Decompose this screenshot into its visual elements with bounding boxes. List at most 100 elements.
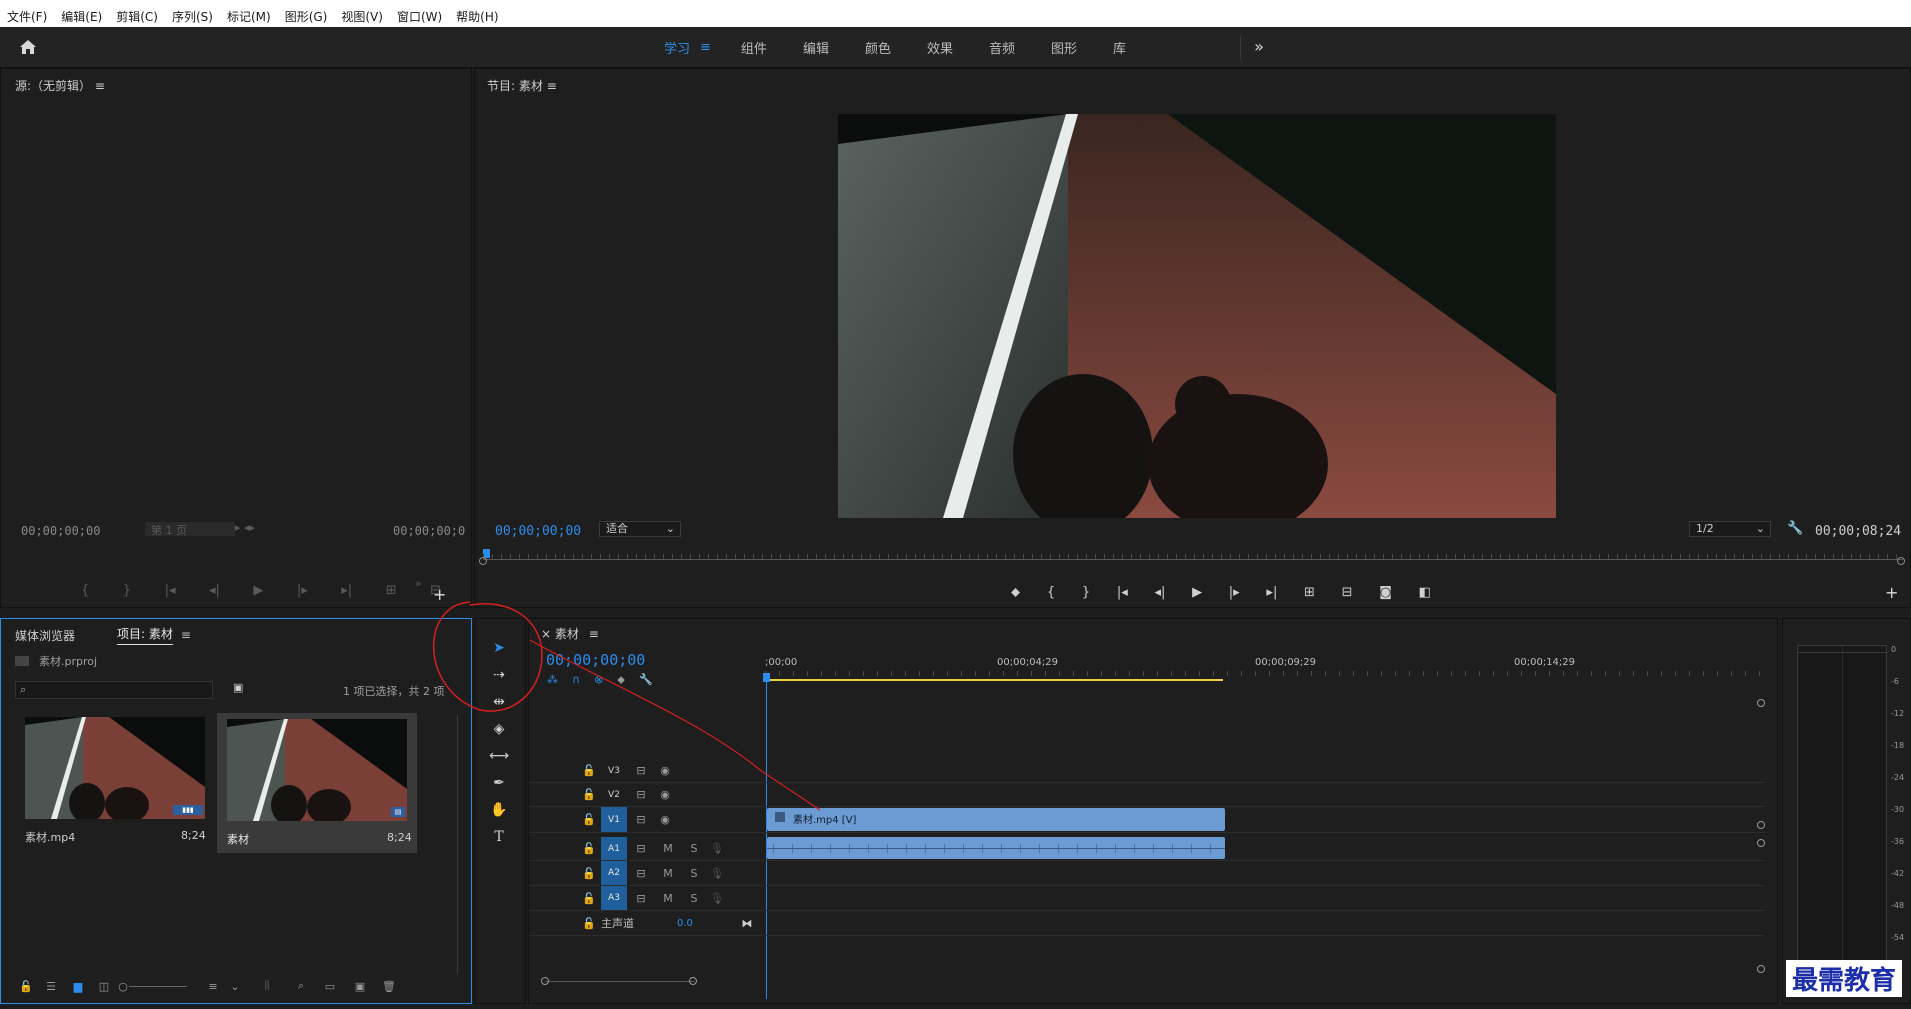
zoom-handle-right[interactable] [1897, 557, 1905, 565]
menu-item[interactable]: 标记(M) [220, 8, 278, 25]
mark-out-icon[interactable]: } [123, 583, 131, 598]
resolution-dropdown[interactable]: 1/2 ⌄ [1689, 521, 1771, 537]
ripple-edit-tool-icon[interactable]: ⇹ [487, 691, 511, 713]
workspace-tab[interactable]: 库 [1113, 38, 1126, 57]
menu-item[interactable]: 文件(F) [0, 8, 54, 25]
source-panel-title[interactable]: 源:（无剪辑） ≡ [15, 77, 105, 94]
go-to-in-icon[interactable]: |◂ [165, 583, 176, 598]
icon-view-icon[interactable]: ▆ [65, 980, 91, 993]
sync-lock-icon[interactable]: ⊟ [627, 813, 655, 826]
source-timecode-out[interactable]: 00;00;00;0 [393, 524, 465, 538]
linked-selection-icon[interactable]: ⊗ [594, 673, 603, 687]
menu-item[interactable]: 剪辑(C) [109, 8, 165, 25]
extract-icon[interactable]: ⊟ [1342, 585, 1353, 600]
workspace-tab[interactable]: 组件 [741, 38, 767, 57]
video-clip[interactable]: 素材.mp4 [V] [767, 808, 1225, 831]
source-more-icon[interactable]: » [415, 577, 422, 590]
find-icon[interactable]: ⌕ [287, 979, 315, 993]
work-area-bar[interactable] [765, 679, 1223, 681]
workspace-tab[interactable]: 效果 [927, 38, 953, 57]
panel-menu-icon[interactable]: ≡ [181, 628, 191, 642]
menu-item[interactable]: 帮助(H) [449, 8, 505, 25]
mute-button[interactable]: M [655, 842, 681, 855]
hand-tool-icon[interactable]: ✋ [487, 799, 511, 821]
hscroll-handle-left[interactable] [541, 977, 549, 985]
project-item-selected[interactable]: ▤ 素材 8;24 [217, 713, 417, 853]
add-marker-icon[interactable]: ⬥ [1011, 585, 1020, 600]
lock-icon[interactable]: 🔓 [577, 917, 601, 930]
solo-button[interactable]: S [681, 867, 707, 880]
sync-lock-icon[interactable]: ⊟ [627, 892, 655, 905]
master-volume-value[interactable]: 0.0 [677, 918, 737, 929]
compare-view-icon[interactable]: ◧ [1419, 585, 1431, 600]
microphone-icon[interactable]: 🎙 [707, 842, 727, 855]
menu-item[interactable]: 序列(S) [165, 8, 220, 25]
go-to-out-icon[interactable]: ▸| [341, 583, 352, 598]
razor-tool-icon[interactable]: ◈ [487, 718, 511, 740]
track-select-tool-icon[interactable]: ⇢ [487, 664, 511, 686]
workspace-tab[interactable]: 音频 [989, 38, 1015, 57]
menu-item[interactable]: 图形(G) [278, 8, 335, 25]
audio-track-a3[interactable]: 🔓 A3 ⊟ M S 🎙 [529, 886, 1765, 911]
chevron-down-icon[interactable]: ⌄ [223, 980, 247, 993]
video-track-v3[interactable]: 🔓 V3 ⊟ ◉ [529, 759, 1765, 783]
hscroll-handle-right[interactable] [689, 977, 697, 985]
wrench-icon[interactable]: 🔧 [1787, 521, 1803, 536]
sync-lock-icon[interactable]: ⊟ [627, 764, 655, 777]
mark-in-icon[interactable]: { [1047, 585, 1055, 600]
automate-icon[interactable]: ⫼ [247, 979, 287, 993]
type-tool-icon[interactable]: T [487, 826, 511, 848]
step-forward-icon[interactable]: |▸ [1229, 585, 1240, 600]
lock-icon[interactable]: 🔓 [577, 813, 601, 826]
new-search-bin-icon[interactable]: ▣ [233, 681, 243, 694]
microphone-icon[interactable]: 🎙 [707, 892, 727, 905]
go-to-end-icon[interactable]: ⧓ [737, 917, 757, 930]
workspace-tab[interactable]: 图形 [1051, 38, 1077, 57]
workspace-tab[interactable]: 编辑 [803, 38, 829, 57]
new-item-icon[interactable]: ▣ [345, 980, 375, 993]
new-bin-icon[interactable]: ▭ [315, 980, 345, 993]
mute-button[interactable]: M [655, 892, 681, 905]
selection-tool-icon[interactable]: ➤ [487, 637, 511, 659]
track-label[interactable]: V1 [601, 807, 627, 832]
freeform-view-icon[interactable]: ◫ [91, 980, 117, 993]
source-timecode-in[interactable]: 00;00;00;00 [21, 524, 100, 538]
trash-icon[interactable]: 🗑 [375, 980, 403, 993]
track-label[interactable]: A3 [601, 886, 627, 910]
zoom-slider[interactable] [129, 985, 187, 987]
workspace-overflow-button[interactable]: » [1240, 35, 1277, 59]
timeline-playhead-timecode[interactable]: 00;00;00;00 [546, 651, 645, 669]
lock-icon[interactable]: 🔓 [577, 842, 601, 855]
lift-icon[interactable]: ⊞ [1304, 585, 1315, 600]
lock-icon[interactable]: 🔓 [15, 980, 37, 993]
panel-menu-icon[interactable]: ≡ [589, 627, 599, 641]
sort-icon[interactable]: ≡ [203, 980, 223, 993]
fit-dropdown[interactable]: 适合 ⌄ [599, 521, 681, 537]
mark-in-icon[interactable]: { [81, 583, 89, 598]
video-track-v1[interactable]: 🔓 V1 ⊟ ◉ 素材.mp4 [V] [529, 807, 1765, 833]
panel-menu-icon[interactable]: ≡ [547, 79, 557, 93]
nest-icon[interactable]: ⁂ [547, 673, 558, 687]
workspace-tab[interactable]: 颜色 [865, 38, 891, 57]
program-playhead-timecode[interactable]: 00;00;00;00 [495, 524, 581, 539]
track-label[interactable]: A1 [601, 837, 627, 860]
snap-magnet-icon[interactable]: ∩ [572, 673, 580, 687]
sync-lock-icon[interactable]: ⊟ [627, 788, 655, 801]
lock-icon[interactable]: 🔓 [577, 867, 601, 880]
project-search-input[interactable]: ⌕ [15, 681, 213, 699]
source-page-field[interactable]: 第 1 页 [145, 522, 235, 537]
mute-button[interactable]: M [655, 867, 681, 880]
program-add-button-icon[interactable]: + [1885, 583, 1898, 602]
step-back-icon[interactable]: ◂| [1154, 585, 1165, 600]
step-forward-icon[interactable]: |▸ [297, 583, 308, 598]
camera-icon[interactable]: ◙ [1379, 585, 1392, 600]
scrollbar[interactable] [457, 715, 458, 975]
scroll-handle-top[interactable] [1757, 699, 1765, 707]
list-view-icon[interactable]: ☰ [37, 980, 65, 993]
solo-button[interactable]: S [681, 842, 707, 855]
eye-icon[interactable]: ◉ [655, 813, 675, 826]
master-track[interactable]: 🔓 主声道 0.0 ⧓ [529, 911, 1765, 936]
microphone-icon[interactable]: 🎙 [707, 867, 727, 880]
track-label[interactable]: A2 [601, 861, 627, 885]
wrench-icon[interactable]: 🔧 [639, 673, 653, 687]
